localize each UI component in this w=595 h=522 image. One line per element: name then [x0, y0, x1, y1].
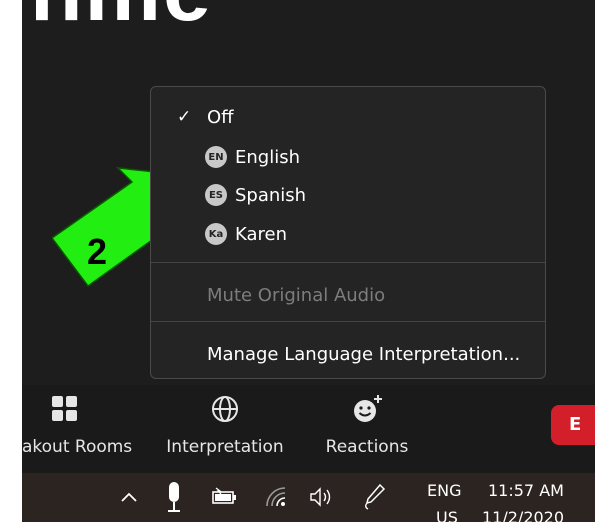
mute-original-audio-item: Mute Original Audio	[207, 284, 386, 306]
microphone-icon[interactable]	[164, 481, 184, 513]
menu-item-label: Off	[207, 106, 234, 128]
wifi-icon[interactable]	[264, 485, 288, 509]
input-region-code[interactable]: US	[436, 508, 458, 522]
pen-icon[interactable]	[362, 483, 386, 511]
background-text: hme	[30, 0, 213, 41]
globe-icon	[212, 396, 238, 422]
menu-item-off[interactable]: ✓ Off	[151, 99, 545, 135]
menu-divider	[151, 262, 545, 263]
interpretation-button[interactable]: Interpretation	[160, 393, 290, 457]
reactions-label: Reactions	[325, 437, 409, 457]
breakout-rooms-button[interactable]: akout Rooms	[22, 393, 140, 457]
grid-icon	[52, 396, 77, 421]
clock-date[interactable]: 11/2/2020	[482, 508, 564, 522]
language-badge-icon: ES	[205, 184, 227, 206]
menu-item-karen[interactable]: Ka Karen	[151, 216, 545, 252]
zoom-window: hme 2 ✓ Off EN English ES Spanish Ka Kar…	[22, 0, 595, 522]
manage-language-interpretation-item[interactable]: Manage Language Interpretation...	[151, 336, 545, 372]
menu-item-label: English	[235, 146, 300, 168]
menu-item-label: Karen	[235, 223, 288, 245]
language-badge-icon: Ka	[205, 223, 227, 245]
chevron-up-icon[interactable]	[118, 487, 140, 509]
reactions-button[interactable]: Reactions	[312, 393, 422, 457]
interpretation-menu: ✓ Off EN English ES Spanish Ka Karen Mut…	[150, 86, 546, 379]
input-language-code[interactable]: ENG	[427, 481, 461, 500]
emoji-plus-icon	[354, 395, 382, 422]
menu-divider	[151, 321, 545, 322]
battery-icon[interactable]	[210, 487, 238, 507]
menu-item-label: Spanish	[235, 184, 307, 206]
annotation-number: 2	[87, 231, 108, 272]
menu-item-spanish[interactable]: ES Spanish	[151, 177, 545, 213]
language-badge-icon: EN	[205, 146, 227, 168]
menu-item-english[interactable]: EN English	[151, 139, 545, 175]
breakout-rooms-label: akout Rooms	[22, 437, 133, 457]
checkmark-icon: ✓	[177, 107, 192, 127]
system-taskbar: ENG US 11:57 AM 11/2/2020	[22, 473, 595, 522]
speaker-icon[interactable]	[308, 485, 334, 509]
end-meeting-button[interactable]: E	[551, 405, 595, 445]
meeting-toolbar: akout Rooms Interpretation Reactions E	[22, 385, 595, 473]
clock-time[interactable]: 11:57 AM	[488, 481, 564, 500]
interpretation-label: Interpretation	[166, 437, 284, 457]
